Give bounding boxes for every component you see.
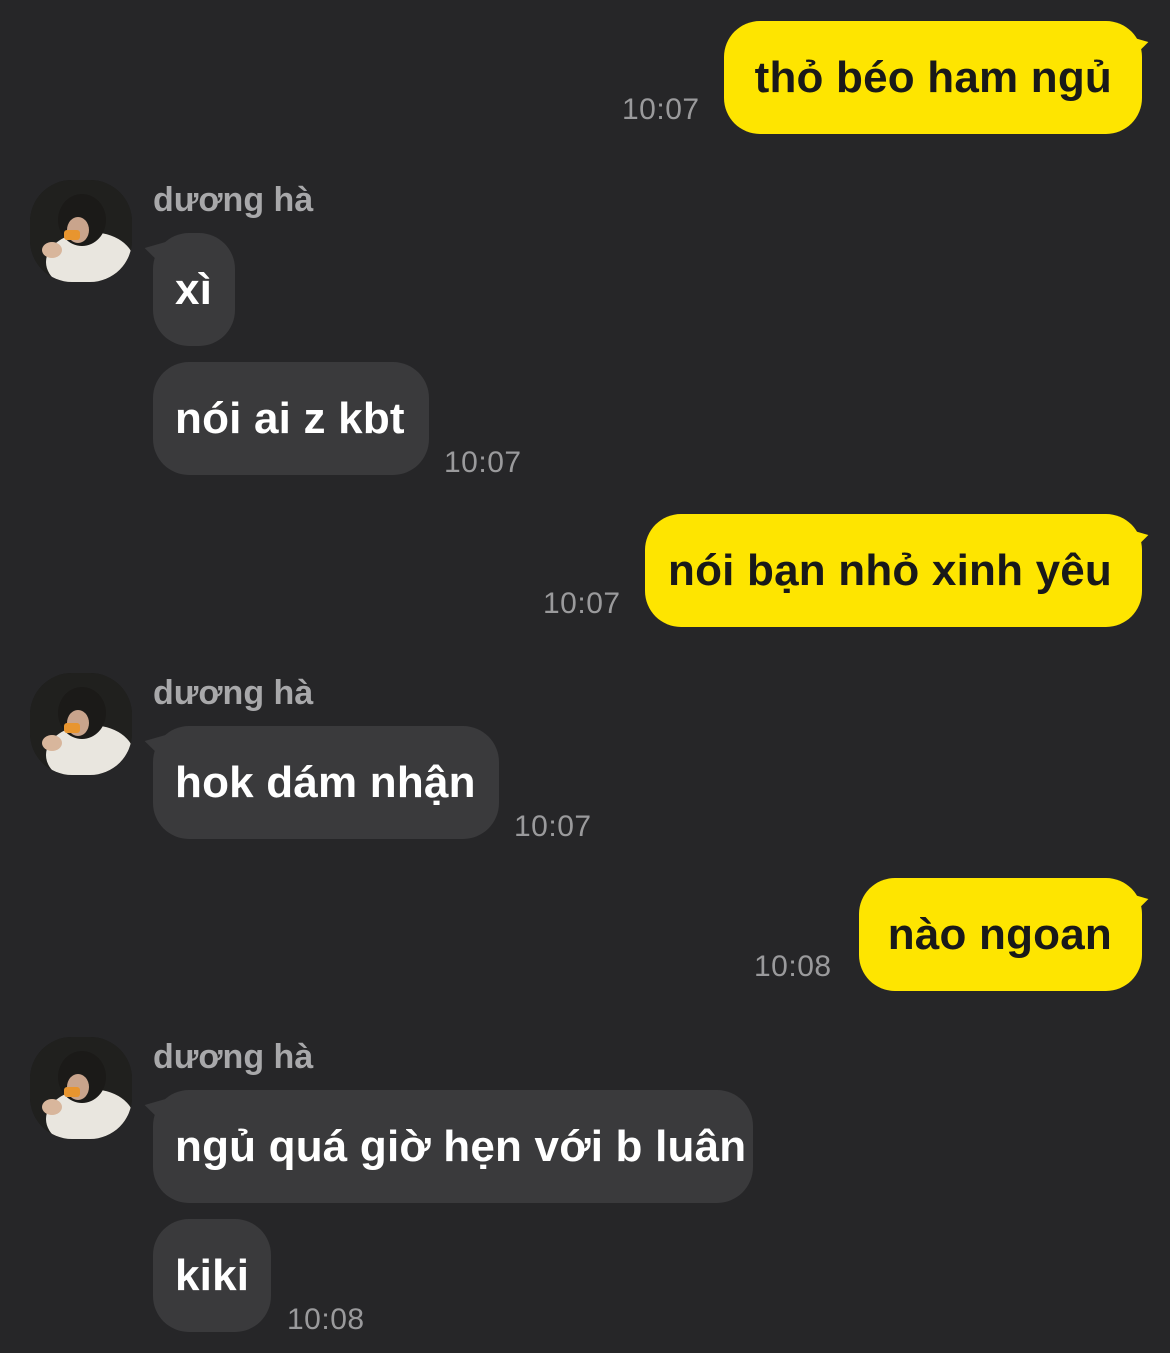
incoming-message[interactable]: kiki bbox=[153, 1219, 271, 1332]
message-timestamp: 10:08 bbox=[754, 950, 832, 983]
avatar-photo-icon bbox=[30, 180, 132, 282]
outgoing-message[interactable]: thỏ béo ham ngủ bbox=[724, 21, 1142, 134]
message-text: nào ngoan bbox=[887, 909, 1112, 959]
message-text: xì bbox=[175, 264, 213, 314]
avatar-photo-icon bbox=[30, 673, 132, 775]
contact-avatar[interactable] bbox=[30, 1037, 132, 1139]
outgoing-message[interactable]: nào ngoan bbox=[859, 878, 1142, 991]
contact-name: dương hà bbox=[153, 181, 314, 219]
message-text: ngủ quá giờ hẹn với b luân bbox=[175, 1121, 747, 1171]
avatar-photo-icon bbox=[30, 1037, 132, 1139]
outgoing-message[interactable]: nói bạn nhỏ xinh yêu bbox=[645, 514, 1142, 627]
message-timestamp: 10:07 bbox=[514, 810, 592, 843]
message-timestamp: 10:07 bbox=[444, 446, 522, 479]
incoming-message[interactable]: ngủ quá giờ hẹn với b luân bbox=[153, 1090, 753, 1203]
incoming-message[interactable]: xì bbox=[153, 233, 235, 346]
message-text: nói bạn nhỏ xinh yêu bbox=[668, 545, 1112, 595]
contact-name: dương hà bbox=[153, 674, 314, 712]
incoming-message[interactable]: nói ai z kbt bbox=[153, 362, 429, 475]
message-text: kiki bbox=[175, 1250, 250, 1300]
incoming-message[interactable]: hok dám nhận bbox=[153, 726, 499, 839]
message-text: thỏ béo ham ngủ bbox=[754, 52, 1112, 102]
message-timestamp: 10:07 bbox=[622, 93, 700, 126]
contact-name: dương hà bbox=[153, 1038, 314, 1076]
message-timestamp: 10:08 bbox=[287, 1303, 365, 1336]
message-text: nói ai z kbt bbox=[175, 393, 405, 443]
message-timestamp: 10:07 bbox=[543, 587, 621, 620]
contact-avatar[interactable] bbox=[30, 673, 132, 775]
message-text: hok dám nhận bbox=[175, 757, 476, 807]
contact-avatar[interactable] bbox=[30, 180, 132, 282]
